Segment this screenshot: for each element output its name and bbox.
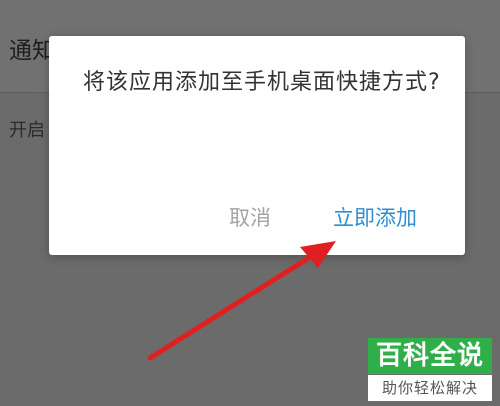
baike-watermark: 百科全说 助你轻松解决 [368,338,492,402]
watermark-subtitle: 助你轻松解决 [368,375,492,401]
dialog-message: 将该应用添加至手机桌面快捷方式? [83,70,441,95]
add-shortcut-dialog: 将该应用添加至手机桌面快捷方式? 取消 立即添加 [49,36,465,255]
add-now-button[interactable]: 立即添加 [333,203,417,233]
cancel-button[interactable]: 取消 [229,203,271,233]
background-row-label: 开启 [9,120,45,141]
watermark-title: 百科全说 [368,338,492,374]
